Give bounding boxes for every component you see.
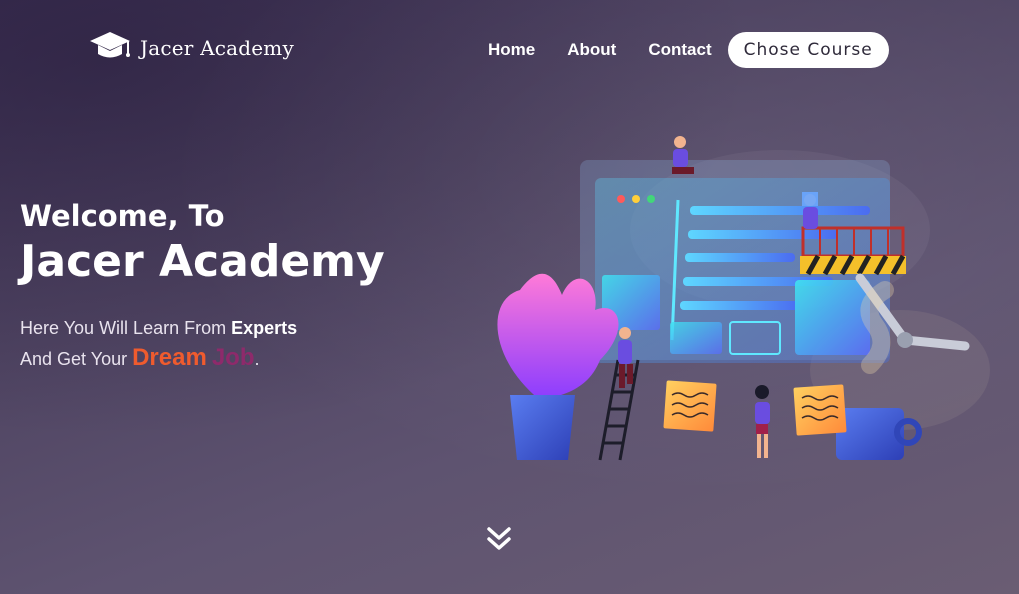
hero-dream-text: Dream xyxy=(132,344,207,371)
hero-illustration xyxy=(497,136,990,461)
window-dot-red xyxy=(617,195,625,203)
graduation-cap-icon xyxy=(90,32,130,58)
hero-subtitle-line-1: Here You Will Learn From Experts xyxy=(20,314,460,343)
screen-bar xyxy=(685,253,795,262)
screen-bar xyxy=(680,301,800,310)
hero-line1-prefix: Here You Will Learn From xyxy=(20,318,232,338)
coffee-mug xyxy=(836,408,904,460)
steam xyxy=(860,281,894,374)
nav-contact-link[interactable]: Contact xyxy=(648,32,711,68)
double-chevron-down-icon[interactable] xyxy=(484,524,514,554)
hero-welcome: Welcome, To xyxy=(20,199,225,233)
person-standing xyxy=(755,385,770,458)
screen-panel xyxy=(795,280,870,355)
screen-panel xyxy=(670,322,722,354)
hero-line2-prefix: And Get Your xyxy=(20,349,133,369)
hero-subtitle: Here You Will Learn From Experts And Get… xyxy=(20,314,460,374)
hero-section: Welcome, To Jacer Academy Here You Will … xyxy=(20,198,460,374)
plant-pot xyxy=(510,395,575,460)
brand-name: Jacer Academy xyxy=(140,36,294,60)
nav-home-link[interactable]: Home xyxy=(488,32,535,68)
hero-title: Jacer Academy xyxy=(20,236,385,287)
site-header: Jacer Academy Home About Contact Chose C… xyxy=(0,0,1019,100)
main-nav: Home About Contact Chose Course xyxy=(482,32,889,68)
window-dot-green xyxy=(647,195,655,203)
chose-course-button[interactable]: Chose Course xyxy=(727,32,889,68)
person-on-lift xyxy=(802,192,818,229)
hero-job-text: Job xyxy=(211,344,255,371)
hero-line2-suffix: . xyxy=(254,349,260,369)
screen-bar xyxy=(690,206,870,215)
brand-logo[interactable]: Jacer Academy xyxy=(88,28,294,68)
screen-bar xyxy=(688,230,838,239)
sticky-note xyxy=(663,380,717,432)
hero-subtitle-line-2: And Get Your Dream Job. xyxy=(20,343,460,374)
robot-arm-joint xyxy=(897,332,913,348)
hero-experts-text: Experts xyxy=(231,318,298,338)
window-dot-yellow xyxy=(632,195,640,203)
sticky-note-2 xyxy=(793,384,847,436)
person-on-top xyxy=(672,136,694,174)
nav-about-link[interactable]: About xyxy=(567,32,616,68)
